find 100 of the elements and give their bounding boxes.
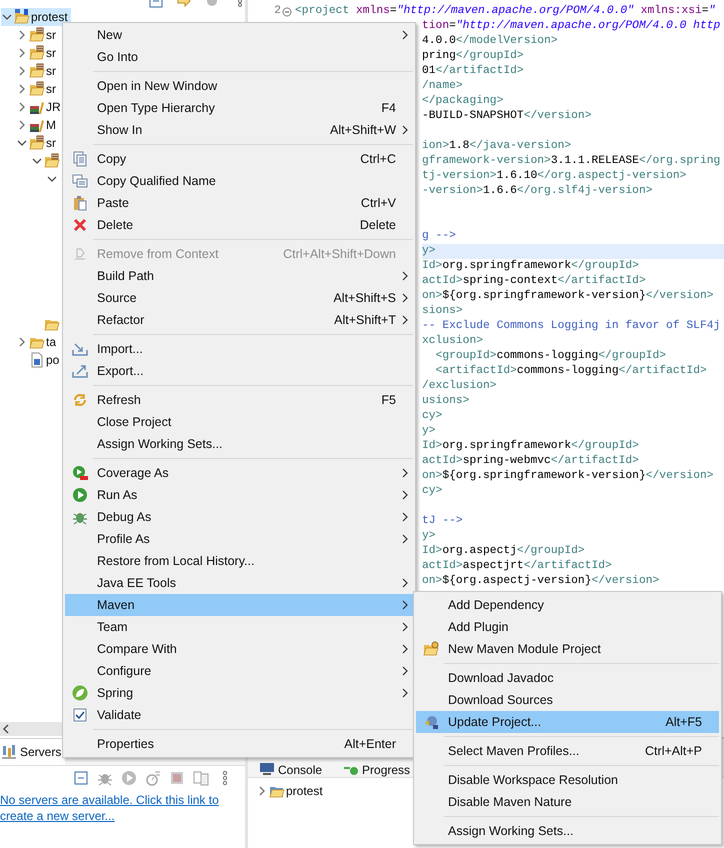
- code-line: usions>: [422, 394, 470, 409]
- menu-item[interactable]: Build Path: [65, 265, 413, 287]
- menu-item[interactable]: Refresh F5: [65, 389, 413, 411]
- code-line: xclusion>: [422, 334, 484, 349]
- menu-item[interactable]: Go Into: [65, 46, 413, 68]
- menu-item[interactable]: Restore from Local History...: [65, 550, 413, 572]
- menu-item[interactable]: Select Maven Profiles... Ctrl+Alt+P: [416, 740, 719, 762]
- menu-item[interactable]: Download Sources: [416, 689, 719, 711]
- paste-icon: [72, 195, 88, 211]
- code-line: 4.0.0</modelVersion>: [422, 34, 559, 49]
- package-folder-icon: [44, 153, 60, 169]
- checkbox-icon: [72, 707, 88, 723]
- collapse-icon[interactable]: [73, 770, 89, 786]
- panel-tab[interactable]: Servers: [0, 739, 66, 765]
- menu-item[interactable]: Close Project: [65, 411, 413, 433]
- link[interactable]: No servers are available. Click this link to create a new server...: [0, 792, 236, 824]
- chevron-right-icon: [400, 621, 410, 633]
- menu-item[interactable]: Java EE Tools: [65, 572, 413, 594]
- server-icon: [1, 744, 17, 760]
- menu-item[interactable]: Show In Alt+Shift+W: [65, 119, 413, 141]
- menu-item[interactable]: Paste Ctrl+V: [65, 192, 413, 214]
- code-line: /exclusion>: [422, 379, 498, 394]
- menu-item[interactable]: Export...: [65, 360, 413, 382]
- menu-item[interactable]: Download Javadoc: [416, 667, 719, 689]
- project-icon: [14, 9, 30, 25]
- menu-item[interactable]: Delete Delete: [65, 214, 413, 236]
- chevron-left-icon[interactable]: [1, 723, 11, 735]
- code-line: -BUILD-SNAPSHOT</version>: [422, 109, 592, 124]
- menu-item[interactable]: Import...: [65, 338, 413, 360]
- folder-icon: [423, 641, 439, 657]
- menu-item[interactable]: Assign Working Sets...: [65, 433, 413, 455]
- menu-item[interactable]: Disable Workspace Resolution: [416, 769, 719, 791]
- chevron-right-icon: [400, 29, 410, 41]
- package-folder-icon: [29, 135, 45, 151]
- menu-item[interactable]: Open Type Hierarchy F4: [65, 97, 413, 119]
- menu-item[interactable]: Add Dependency: [416, 594, 719, 616]
- menu-item[interactable]: Copy Qualified Name: [65, 170, 413, 192]
- chevron-right-icon: [400, 643, 410, 655]
- tree-item[interactable]: protest: [256, 782, 326, 800]
- tree-item[interactable]: protest: [1, 8, 71, 26]
- package-folder-icon: [29, 27, 45, 43]
- panel-tab[interactable]: Console: [258, 759, 326, 777]
- refresh-icon: [72, 392, 88, 408]
- tree-item[interactable]: sr: [16, 44, 59, 62]
- code-line: /name>: [422, 79, 464, 94]
- code-line: ion>1.8</java-version>: [422, 139, 572, 154]
- code-line: actId>spring-context</artifactId>: [422, 274, 647, 289]
- menu-item[interactable]: Copy Ctrl+C: [65, 148, 413, 170]
- menu-item[interactable]: Update Project... Alt+F5: [416, 711, 719, 733]
- menu-item[interactable]: Coverage As: [65, 462, 413, 484]
- monitor-icon: [259, 761, 275, 777]
- menu-item[interactable]: Refactor Alt+Shift+T: [65, 309, 413, 331]
- code-line: sions>: [422, 304, 464, 319]
- code-line: cy>: [422, 409, 444, 424]
- delete-icon: [72, 217, 88, 233]
- code-line: tj-version>1.6.10</org.aspectj-version>: [422, 169, 688, 184]
- panel-tab[interactable]: Progress: [342, 759, 414, 777]
- menu-item[interactable]: Open in New Window: [65, 75, 413, 97]
- menu-item[interactable]: Source Alt+Shift+S: [65, 287, 413, 309]
- tree-item[interactable]: po: [16, 351, 62, 369]
- tree-item[interactable]: sr: [16, 26, 59, 44]
- package-folder-icon: [29, 63, 45, 79]
- copy-icon: [72, 173, 88, 189]
- remove-icon: [72, 246, 88, 262]
- tree-item[interactable]: sr: [16, 134, 59, 152]
- menu-item[interactable]: Disable Maven Nature: [416, 791, 719, 813]
- menu-item[interactable]: Spring: [65, 682, 413, 704]
- tree-item[interactable]: JR: [16, 98, 64, 116]
- menu-item[interactable]: New Maven Module Project: [416, 638, 719, 660]
- menu-item[interactable]: Maven: [65, 594, 413, 616]
- menu-item[interactable]: Compare With: [65, 638, 413, 660]
- code-line: y>: [422, 529, 437, 544]
- code-line: pring</groupId>: [422, 49, 525, 64]
- library-icon: [29, 99, 45, 115]
- code-line: on>${org.springframework-version}</version>: [422, 469, 715, 484]
- tree-item[interactable]: sr: [16, 62, 59, 80]
- package-folder-icon: [29, 45, 45, 61]
- chevron-right-icon: [400, 687, 410, 699]
- menu-item[interactable]: Validate: [65, 704, 413, 726]
- line-number: 2: [274, 4, 281, 19]
- stop-icon[interactable]: [169, 770, 185, 786]
- tree-item[interactable]: sr: [16, 80, 59, 98]
- code-line: -- Exclude Commons Logging in favor of SLF4j: [422, 319, 722, 334]
- tree-item[interactable]: ta: [16, 333, 60, 351]
- menu-item[interactable]: Profile As: [65, 528, 413, 550]
- menu-item[interactable]: Assign Working Sets...: [416, 820, 719, 842]
- menu-item[interactable]: Run As: [65, 484, 413, 506]
- chevron-right-icon: [400, 292, 410, 304]
- menu-item[interactable]: Add Plugin: [416, 616, 719, 638]
- code-line: on>${org.aspectj-version}</version>: [422, 574, 660, 589]
- chevron-right-icon: [400, 577, 410, 589]
- menu-item[interactable]: Debug As: [65, 506, 413, 528]
- collapse-icon[interactable]: [282, 6, 292, 16]
- menu-item[interactable]: New: [65, 24, 413, 46]
- tree-item[interactable]: M: [16, 116, 59, 134]
- menu-item[interactable]: Configure: [65, 660, 413, 682]
- code-line: on>${org.springframework-version}</version>: [422, 289, 715, 304]
- stopwatch-icon[interactable]: [145, 770, 161, 786]
- menu-item[interactable]: Team: [65, 616, 413, 638]
- menu-item[interactable]: Properties Alt+Enter: [65, 733, 413, 755]
